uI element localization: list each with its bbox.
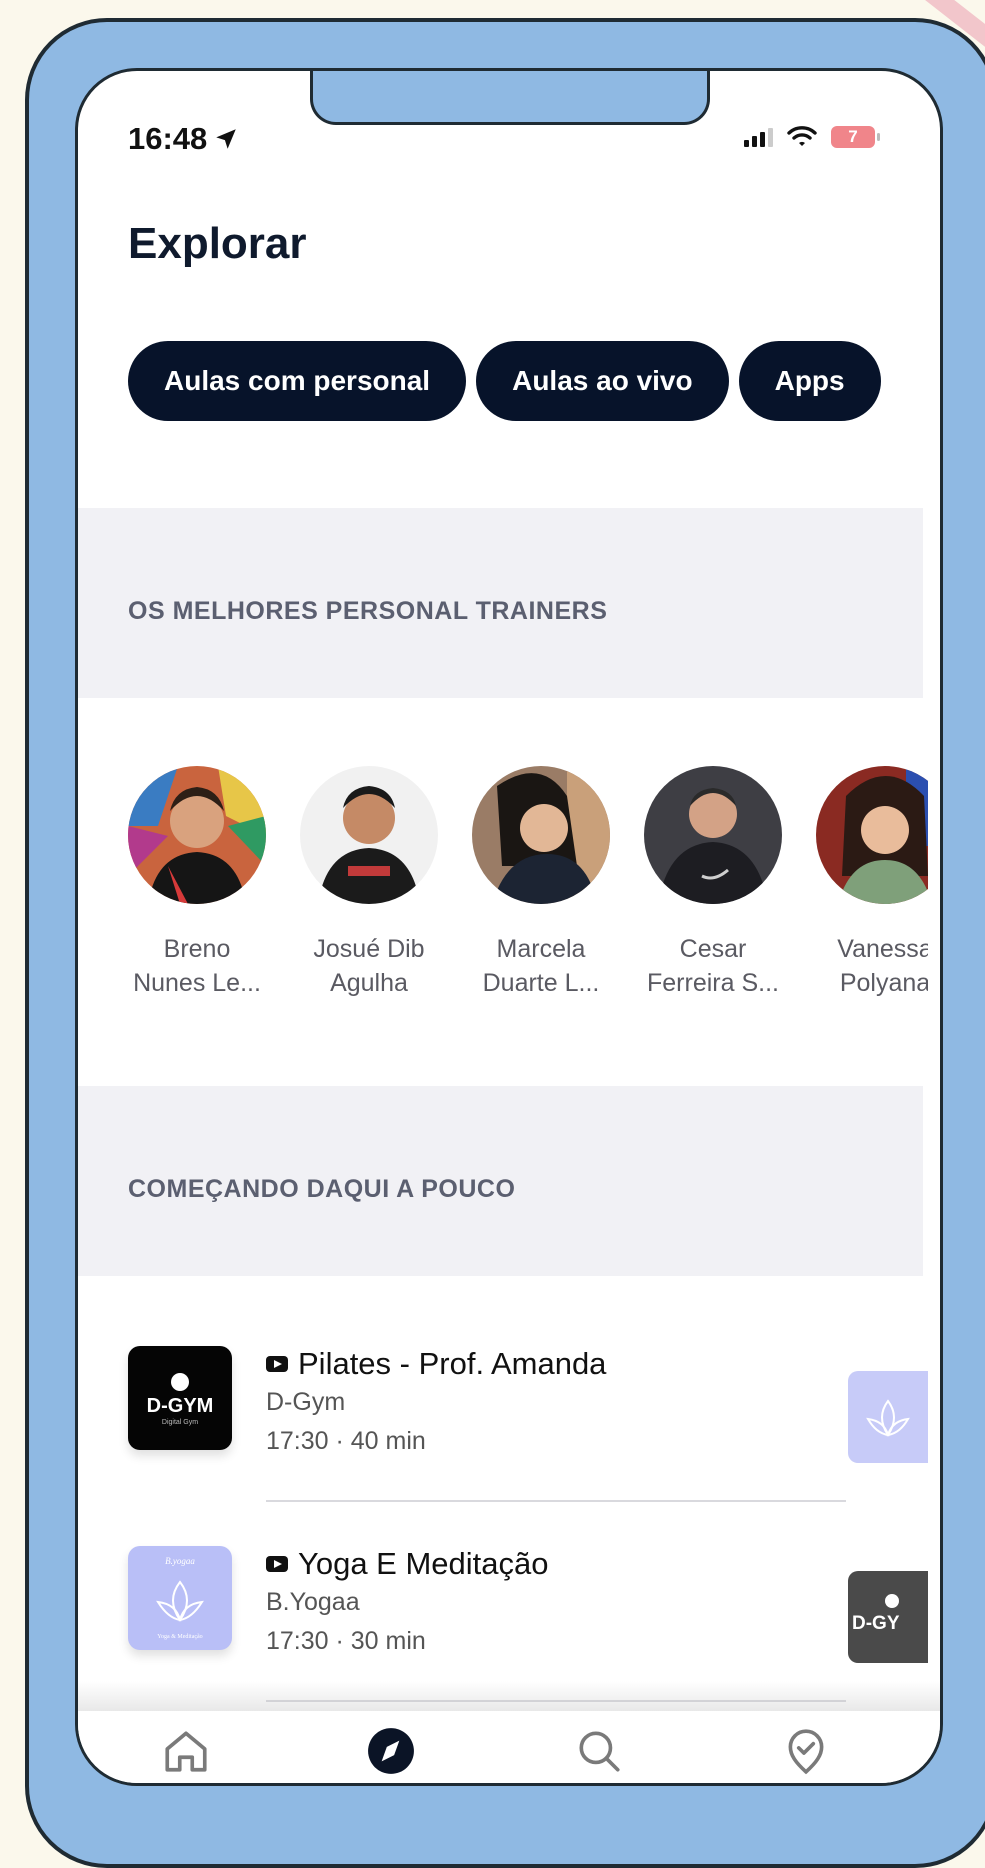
tabbar-shadow xyxy=(78,1681,940,1711)
trainers-section-title: OS MELHORES PERSONAL TRAINERS xyxy=(128,597,608,625)
provider-logo-dgym: D-GYM Digital Gym xyxy=(128,1346,232,1450)
category-tabs: Aulas com personal Aulas ao vivo Apps xyxy=(128,341,940,421)
svg-text:Yoga & Meditação: Yoga & Meditação xyxy=(157,1634,202,1640)
trainer-name: Cesar Ferreira S... xyxy=(647,935,779,997)
tabbar-home[interactable] xyxy=(158,1723,214,1779)
tab-apps[interactable]: Apps xyxy=(738,341,881,421)
trainer-name: Josué Dib Agulha xyxy=(313,935,425,997)
trainer-card[interactable]: Vanessa Polyana xyxy=(816,766,928,1002)
search-icon xyxy=(579,1731,620,1772)
tabbar-search[interactable] xyxy=(571,1723,627,1779)
trainer-name: Marcela Duarte L... xyxy=(482,935,600,997)
phone-screen: 16:48 7 Explorar Aulas com personal Aula… xyxy=(75,68,943,1786)
upcoming-section-title: COMEÇANDO DAQUI A POUCO xyxy=(128,1175,516,1203)
class-item[interactable]: B.yogaa Yoga & Meditação Yoga E Meditaçã… xyxy=(128,1546,928,1702)
trainer-avatar xyxy=(644,766,782,904)
trainer-avatar xyxy=(128,766,266,904)
wifi-icon xyxy=(787,126,817,146)
cellular-signal-icon xyxy=(744,127,773,147)
trainer-avatar xyxy=(300,766,438,904)
check-badge-icon xyxy=(788,1729,824,1775)
trainer-avatar xyxy=(472,766,610,904)
class-item[interactable]: D-GYM Digital Gym Pilates - Prof. Amanda… xyxy=(128,1346,928,1502)
tabbar-explore[interactable] xyxy=(363,1723,419,1779)
trainer-card[interactable]: Breno Nunes Le... xyxy=(128,766,300,1002)
trainer-avatar xyxy=(816,766,928,904)
video-play-icon xyxy=(266,1356,288,1372)
provider-logo-byogaa: B.yogaa Yoga & Meditação xyxy=(128,1546,232,1650)
phone-notch xyxy=(310,71,710,125)
class-time: 17:30 · 30 min xyxy=(266,1627,426,1655)
class-title-text: Yoga E Meditação xyxy=(298,1546,549,1581)
class-time: 17:30 · 40 min xyxy=(266,1427,426,1455)
class-provider: B.Yogaa xyxy=(266,1588,360,1616)
trainer-name: Vanessa Polyana xyxy=(837,935,928,997)
battery-icon: 7 xyxy=(831,126,880,148)
battery-level: 7 xyxy=(848,127,858,146)
bottom-tab-bar xyxy=(78,1711,940,1783)
class-title: Yoga E Meditação xyxy=(266,1546,548,1582)
svg-text:D-GYM: D-GYM xyxy=(147,1395,214,1417)
class-thumbnail xyxy=(848,1371,928,1463)
svg-text:Digital Gym: Digital Gym xyxy=(162,1419,198,1426)
trainers-carousel: Breno Nunes Le... Josué Dib Agulha Marce… xyxy=(128,766,928,1002)
video-play-icon xyxy=(266,1556,288,1572)
svg-text:D-GY: D-GY xyxy=(852,1613,900,1634)
tabbar-checkins[interactable] xyxy=(778,1723,834,1779)
status-time-text: 16:48 xyxy=(128,121,208,156)
status-bar-time: 16:48 xyxy=(128,121,239,157)
class-details: Pilates - Prof. Amanda D-Gym 17:30 · 40 … xyxy=(266,1346,606,1456)
trainer-name: Breno Nunes Le... xyxy=(133,935,261,997)
class-title: Pilates - Prof. Amanda xyxy=(266,1346,606,1382)
list-divider xyxy=(266,1500,846,1502)
compass-icon xyxy=(368,1728,414,1774)
class-title-text: Pilates - Prof. Amanda xyxy=(298,1346,607,1381)
class-thumbnail: D-GY xyxy=(848,1571,928,1663)
location-arrow-icon xyxy=(216,129,237,149)
page-title: Explorar xyxy=(128,219,307,268)
status-bar-icons: 7 xyxy=(744,125,880,149)
tab-aulas-com-personal[interactable]: Aulas com personal xyxy=(128,341,467,421)
trainer-card[interactable]: Marcela Duarte L... xyxy=(472,766,644,1002)
class-provider: D-Gym xyxy=(266,1388,346,1416)
class-details: Yoga E Meditação B.Yogaa 17:30 · 30 min xyxy=(266,1546,548,1656)
tab-aulas-ao-vivo[interactable]: Aulas ao vivo xyxy=(476,341,729,421)
home-icon xyxy=(165,1731,207,1772)
svg-text:B.yogaa: B.yogaa xyxy=(165,1556,195,1566)
trainer-card[interactable]: Josué Dib Agulha xyxy=(300,766,472,1002)
trainer-card[interactable]: Cesar Ferreira S... xyxy=(644,766,816,1002)
